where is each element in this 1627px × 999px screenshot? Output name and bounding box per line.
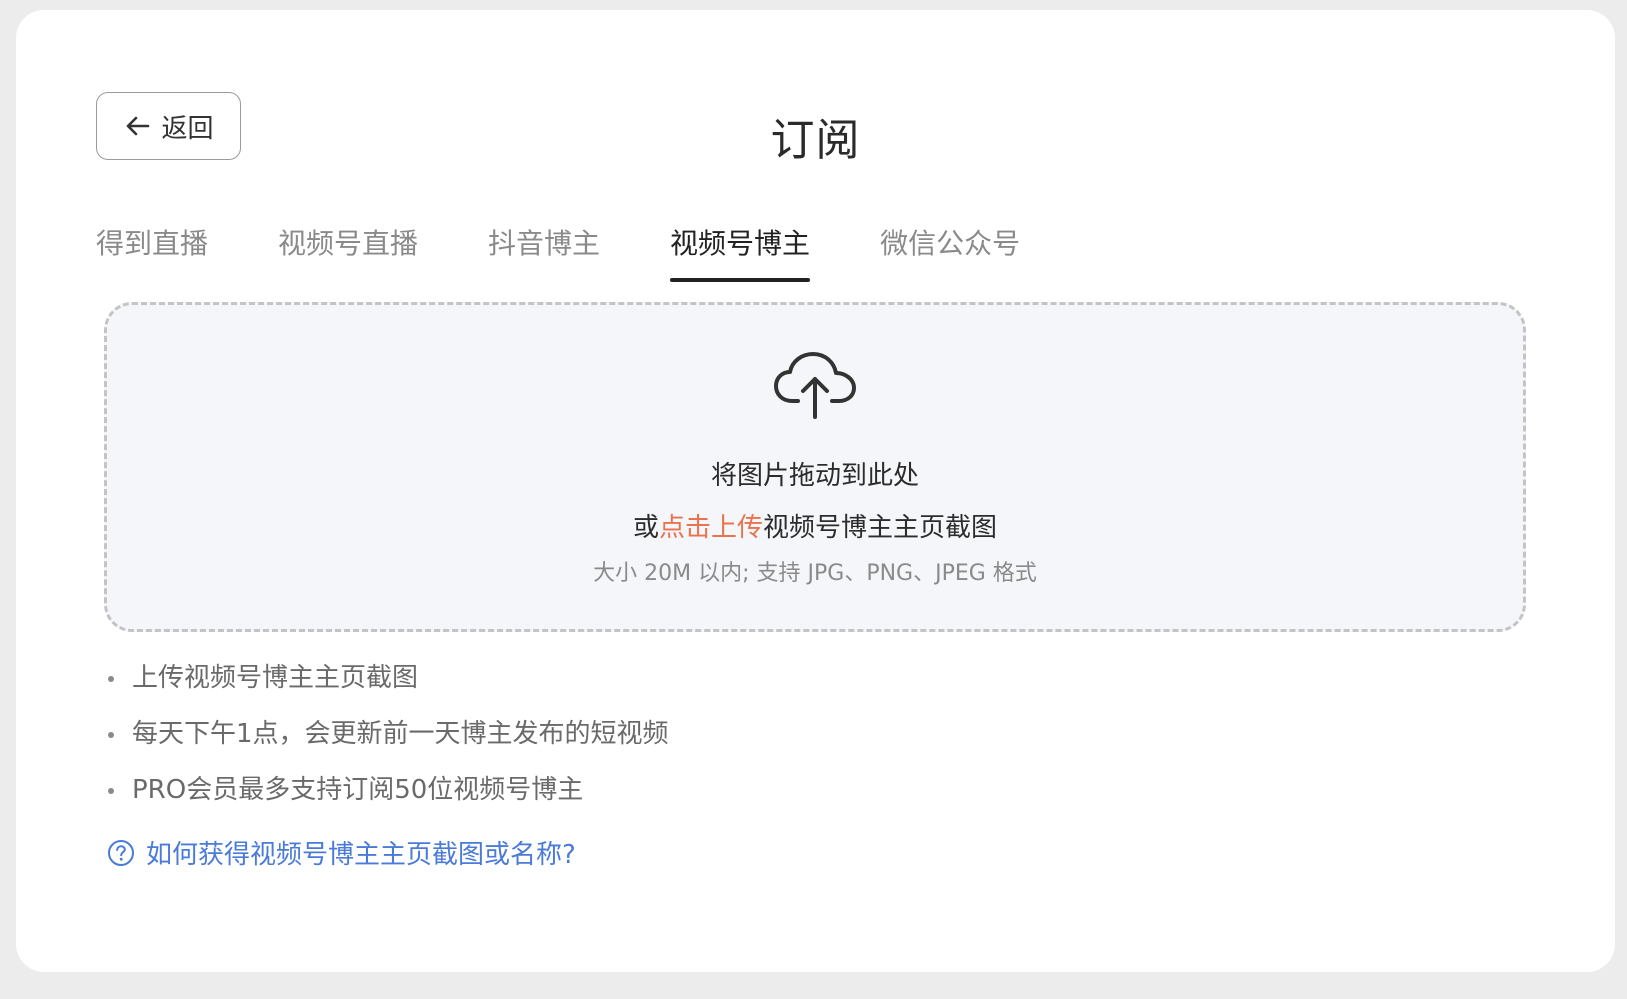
dropzone-suffix: 视频号博主主页截图 xyxy=(763,513,998,543)
question-circle-icon xyxy=(106,838,136,868)
click-upload-link[interactable]: 点击上传 xyxy=(659,513,763,543)
dropzone-upload-text: 或点击上传视频号博主主页截图 xyxy=(107,507,1523,544)
subscribe-card: 返回 订阅 得到直播 视频号直播 抖音博主 视频号博主 微信公众号 将图片拖动到… xyxy=(16,10,1615,972)
notes-list: 上传视频号博主主页截图 每天下午1点，会更新前一天博主发布的短视频 PRO会员最… xyxy=(104,658,669,826)
list-item: 上传视频号博主主页截图 xyxy=(104,658,669,714)
dropzone-instruction: 将图片拖动到此处 xyxy=(710,461,919,491)
tab-channels-creator[interactable]: 视频号博主 xyxy=(670,222,811,282)
help-link-label: 如何获得视频号博主主页截图或名称? xyxy=(146,840,576,870)
tab-channels-live[interactable]: 视频号直播 xyxy=(278,222,418,282)
dropzone-file-hint: 大小 20M 以内; 支持 JPG、PNG、JPEG 格式 xyxy=(593,561,1037,586)
tab-douyin-creator[interactable]: 抖音博主 xyxy=(488,222,600,282)
tab-dedao-live[interactable]: 得到直播 xyxy=(96,222,208,282)
upload-dropzone[interactable]: 将图片拖动到此处 或点击上传视频号博主主页截图 大小 20M 以内; 支持 JP… xyxy=(104,302,1526,632)
cloud-upload-icon xyxy=(772,349,858,421)
tab-wechat-official[interactable]: 微信公众号 xyxy=(880,222,1020,282)
list-item: 每天下午1点，会更新前一天博主发布的短视频 xyxy=(104,714,669,770)
list-item: PRO会员最多支持订阅50位视频号博主 xyxy=(104,770,669,826)
tab-bar: 得到直播 视频号直播 抖音博主 视频号博主 微信公众号 xyxy=(96,222,1090,282)
help-link[interactable]: 如何获得视频号博主主页截图或名称? xyxy=(106,834,576,871)
dropzone-prefix: 或 xyxy=(632,513,659,543)
page-title: 订阅 xyxy=(770,115,861,166)
